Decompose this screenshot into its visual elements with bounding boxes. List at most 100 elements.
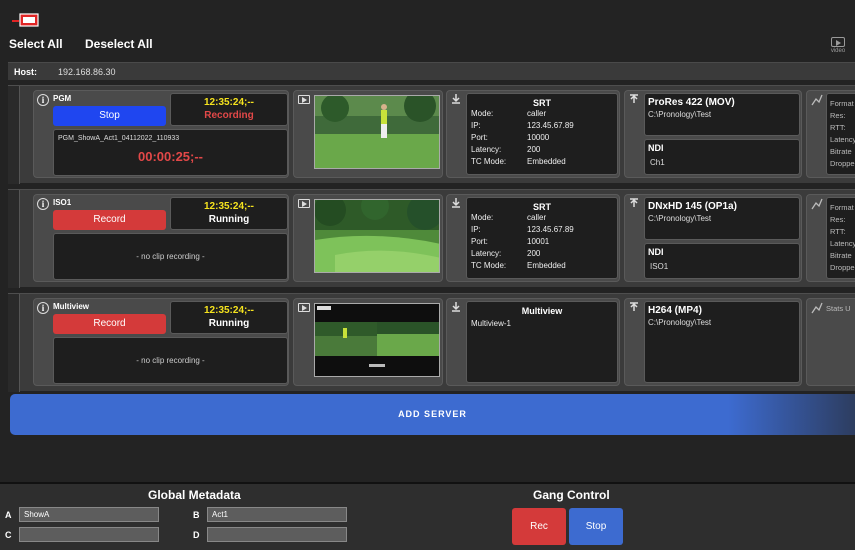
input-panel: SRT Mode: caller IP: 123.45.67.89 Port: 100… bbox=[446, 194, 620, 282]
ndi-channel: Ch1 bbox=[650, 158, 665, 167]
preview-panel bbox=[293, 90, 443, 178]
field-latency: Latency: 200 bbox=[471, 249, 541, 258]
gang-stop-button[interactable]: Stop bbox=[569, 508, 623, 545]
record-button[interactable]: Record bbox=[53, 210, 166, 230]
field-port: Port: 10001 bbox=[471, 237, 550, 246]
metadata-field-c[interactable] bbox=[19, 527, 159, 542]
ndi-channel: ISO1 bbox=[650, 262, 669, 271]
ndi-label: NDI bbox=[648, 143, 664, 153]
clip-duration: 00:00:25;-- bbox=[137, 149, 204, 164]
ndi-label: NDI bbox=[648, 247, 664, 257]
output-path: C:\Pronology\Test bbox=[648, 214, 712, 223]
output-path: C:\Pronology\Test bbox=[648, 110, 712, 119]
srt-settings: SRT Mode: caller IP: 123.45.67.89 Port: 100… bbox=[466, 197, 618, 279]
status-panel: 12:35:24;-- Recording bbox=[170, 93, 288, 126]
input-type: SRT bbox=[533, 98, 551, 108]
select-all-button[interactable]: Select All bbox=[9, 37, 63, 51]
download-icon[interactable] bbox=[451, 302, 461, 312]
download-icon[interactable] bbox=[451, 198, 461, 208]
preview-thumbnail bbox=[314, 303, 440, 377]
gang-control-title: Gang Control bbox=[533, 488, 610, 502]
file-output: DNxHD 145 (OP1a) C:\Pronology\Test bbox=[644, 197, 800, 240]
source-name: PGM bbox=[53, 94, 72, 103]
stats-panel: Stats U bbox=[806, 298, 855, 386]
upload-icon[interactable] bbox=[629, 198, 639, 208]
field-tc-mode: TC Mode: Embedded bbox=[471, 261, 566, 270]
download-icon[interactable] bbox=[451, 94, 461, 104]
gang-rec-button[interactable]: Rec bbox=[512, 508, 566, 545]
metadata-field-d[interactable] bbox=[207, 527, 347, 542]
multiview-settings: Multiview Multiview-1 bbox=[466, 301, 618, 383]
output-format: DNxHD 145 (OP1a) bbox=[648, 201, 737, 212]
status-panel: 12:35:24;-- Running bbox=[170, 197, 288, 230]
field-ip: IP: 123.45.67.89 bbox=[471, 225, 574, 234]
deselect-all-button[interactable]: Deselect All bbox=[85, 37, 153, 51]
record-control-panel: i Multiview Record 12:35:24;-- Running -… bbox=[33, 298, 289, 386]
add-server-button[interactable]: ADD SERVER bbox=[10, 394, 855, 435]
metadata-label-c: C bbox=[5, 530, 12, 540]
info-icon[interactable]: i bbox=[37, 94, 49, 106]
info-icon[interactable]: i bbox=[37, 198, 49, 210]
info-icon[interactable]: i bbox=[37, 302, 49, 314]
stats-box: Format Res: RTT: Latency Bitrate Dropped bbox=[826, 93, 855, 175]
upload-icon[interactable] bbox=[629, 94, 639, 104]
video-preview-icon[interactable] bbox=[298, 303, 310, 312]
input-panel: SRT Mode: caller IP: 123.45.67.89 Port: 100… bbox=[446, 90, 620, 178]
metadata-field-a[interactable] bbox=[19, 507, 159, 522]
clip-empty-text: - no clip recording - bbox=[136, 356, 205, 365]
record-control-panel: i ISO1 Record 12:35:24;-- Running - no c… bbox=[33, 194, 289, 282]
preview-thumbnail bbox=[314, 95, 440, 169]
field-mode: Mode: caller bbox=[471, 109, 547, 118]
input-panel: Multiview Multiview-1 bbox=[446, 298, 620, 386]
multiview-name: Multiview-1 bbox=[471, 319, 512, 328]
record-button[interactable]: Record bbox=[53, 314, 166, 334]
server-row-multiview: i Multiview Record 12:35:24;-- Running -… bbox=[8, 293, 855, 392]
preview-panel bbox=[293, 298, 443, 386]
host-label: Host: bbox=[14, 67, 37, 77]
metadata-label-d: D bbox=[193, 530, 200, 540]
video-button[interactable]: video bbox=[829, 37, 847, 54]
row-select-handle[interactable] bbox=[8, 294, 20, 392]
stats-icon[interactable] bbox=[811, 302, 823, 314]
app-logo-icon bbox=[12, 12, 40, 30]
input-type: SRT bbox=[533, 202, 551, 212]
row-select-handle[interactable] bbox=[8, 190, 20, 288]
status-text: Recording bbox=[204, 110, 254, 121]
row-select-handle[interactable] bbox=[8, 86, 20, 184]
stats-panel: Format Res: RTT: Latency Bitrate Dropped bbox=[806, 90, 855, 178]
input-type: Multiview bbox=[521, 306, 563, 316]
stop-button[interactable]: Stop bbox=[53, 106, 166, 126]
metadata-label-a: A bbox=[5, 510, 12, 520]
field-port: Port: 10000 bbox=[471, 133, 550, 142]
video-preview-icon[interactable] bbox=[298, 95, 310, 104]
file-output: ProRes 422 (MOV) C:\Pronology\Test bbox=[644, 93, 800, 136]
stats-icon[interactable] bbox=[811, 198, 823, 210]
host-value: 192.168.86.30 bbox=[58, 67, 116, 77]
upload-icon[interactable] bbox=[629, 302, 639, 312]
file-output: H264 (MP4) C:\Pronology\Test bbox=[644, 301, 800, 383]
field-ip: IP: 123.45.67.89 bbox=[471, 121, 574, 130]
record-control-panel: i PGM Stop 12:35:24;-- Recording PGM_Sho… bbox=[33, 90, 289, 178]
timecode: 12:35:24;-- bbox=[203, 97, 255, 108]
source-name: ISO1 bbox=[53, 198, 72, 207]
field-latency: Latency: 200 bbox=[471, 145, 541, 154]
clip-panel: PGM_ShowA_Act1_04112022_110933 00:00:25;… bbox=[53, 129, 288, 176]
video-preview-icon[interactable] bbox=[298, 199, 310, 208]
clip-empty-text: - no clip recording - bbox=[136, 252, 205, 261]
output-path: C:\Pronology\Test bbox=[648, 318, 712, 327]
field-tc-mode: TC Mode: Embedded bbox=[471, 157, 566, 166]
srt-settings: SRT Mode: caller IP: 123.45.67.89 Port: 100… bbox=[466, 93, 618, 175]
metadata-field-b[interactable] bbox=[207, 507, 347, 522]
server-row-pgm: i PGM Stop 12:35:24;-- Recording PGM_Sho… bbox=[8, 85, 855, 184]
field-mode: Mode: caller bbox=[471, 213, 547, 222]
bottom-bar: Global Metadata A B C D Gang Control Rec… bbox=[0, 482, 855, 550]
ndi-output: NDI Ch1 bbox=[644, 139, 800, 175]
preview-thumbnail bbox=[314, 199, 440, 273]
metadata-label-b: B bbox=[193, 510, 200, 520]
stats-icon[interactable] bbox=[811, 94, 823, 106]
video-label: video bbox=[830, 48, 846, 54]
timecode: 12:35:24;-- bbox=[203, 305, 255, 316]
output-format: H264 (MP4) bbox=[648, 305, 702, 316]
stats-box: Format Res: RTT: Latency Bitrate Dropped bbox=[826, 197, 855, 279]
clip-panel: - no clip recording - bbox=[53, 233, 288, 280]
